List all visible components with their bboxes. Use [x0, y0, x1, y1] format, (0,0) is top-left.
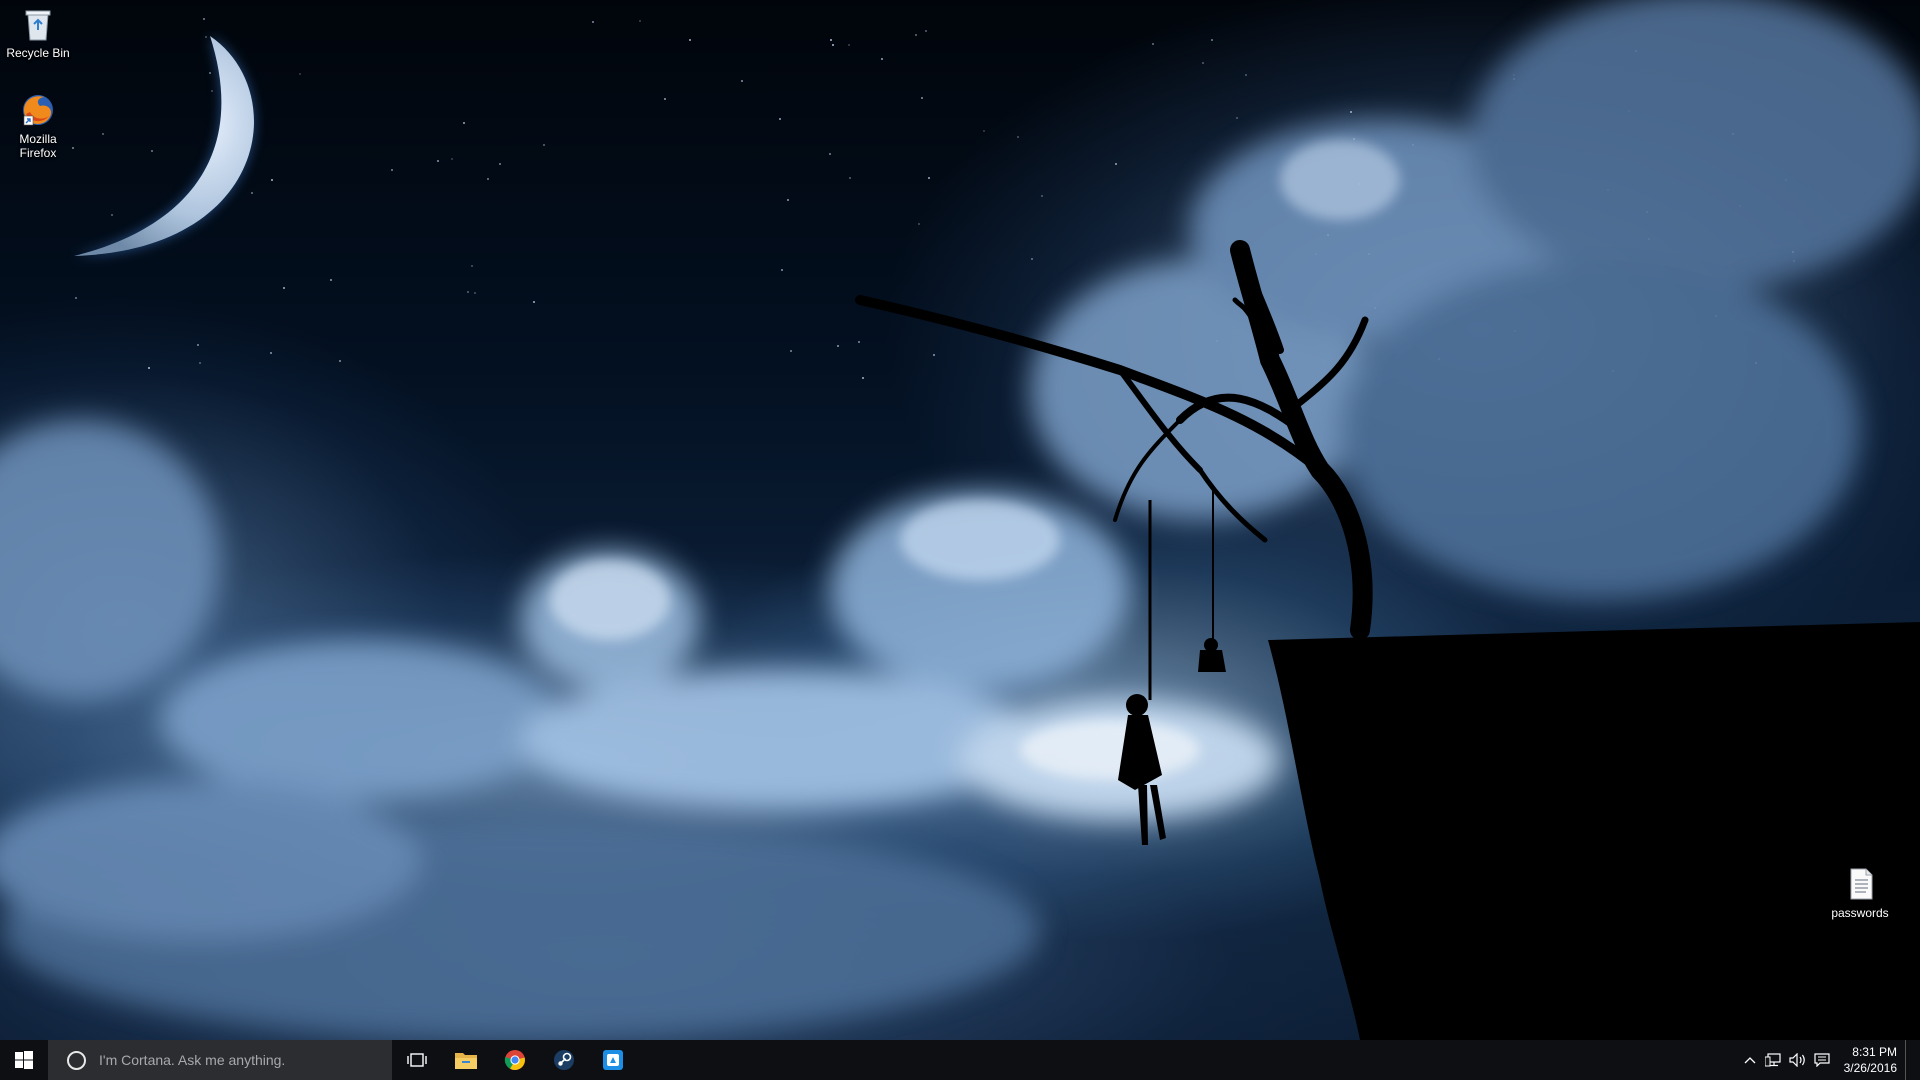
volume-button[interactable] [1786, 1040, 1810, 1080]
clock-time: 8:31 PM [1852, 1045, 1897, 1059]
steam-icon [553, 1050, 574, 1070]
chevron-up-icon [1744, 1057, 1756, 1064]
volume-icon [1789, 1053, 1805, 1067]
recycle-bin-icon [25, 10, 51, 41]
file-explorer-icon [454, 1053, 477, 1069]
system-tray: 8:31 PM 3/26/2016 [1738, 1040, 1920, 1080]
taskbar-clock[interactable]: 8:31 PM 3/26/2016 [1834, 1044, 1903, 1076]
start-button[interactable] [0, 1040, 48, 1080]
show-hidden-icons-button[interactable] [1738, 1040, 1762, 1080]
desktop-icon-mozilla-firefox[interactable]: Mozilla Firefox [0, 92, 76, 160]
recycle-bin-label: Recycle Bin [6, 46, 70, 60]
network-button[interactable] [1762, 1040, 1786, 1080]
firefox-label: Mozilla Firefox [19, 132, 57, 160]
taskbar-file-explorer[interactable] [441, 1040, 490, 1080]
chrome-icon [504, 1050, 525, 1070]
desktop-icon-recycle-bin[interactable]: Recycle Bin [0, 6, 76, 60]
taskbar: I'm Cortana. Ask me anything. 8:31 PM 3/… [0, 1040, 1920, 1080]
clock-date: 3/26/2016 [1843, 1061, 1897, 1075]
action-center-button[interactable] [1810, 1040, 1834, 1080]
taskbar-tile-app[interactable] [588, 1040, 637, 1080]
cortana-search-box[interactable]: I'm Cortana. Ask me anything. [48, 1040, 392, 1080]
cortana-search-placeholder: I'm Cortana. Ask me anything. [99, 1052, 286, 1068]
show-desktop-button[interactable] [1905, 1040, 1910, 1080]
tile-app-icon [602, 1050, 623, 1070]
taskbar-chrome[interactable] [490, 1040, 539, 1080]
firefox-icon [23, 95, 53, 126]
desktop-icon-passwords-file[interactable]: passwords [1822, 866, 1898, 920]
network-icon [1764, 1053, 1781, 1067]
cortana-icon [67, 1050, 86, 1070]
windows-logo-icon [15, 1051, 33, 1069]
taskbar-steam[interactable] [539, 1040, 588, 1080]
action-center-icon [1814, 1053, 1830, 1067]
desktop-wallpaper: Recycle Bin Mozilla Firefox passwords [0, 0, 1920, 1040]
passwords-label: passwords [1831, 906, 1889, 920]
task-view-button[interactable] [392, 1040, 441, 1080]
wallpaper-cliff-silhouette [855, 240, 1920, 1040]
text-file-icon [1850, 868, 1873, 900]
task-view-icon [406, 1053, 427, 1067]
